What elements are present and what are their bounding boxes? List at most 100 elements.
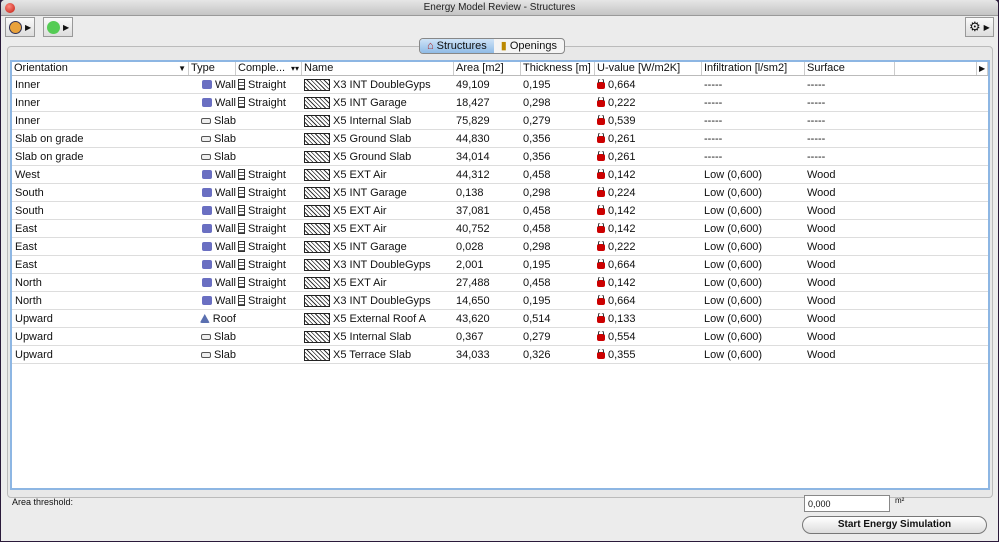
cell-text: North — [15, 294, 42, 307]
cell-thickness: 0,356 — [521, 133, 595, 145]
table-row[interactable]: Slab on grade Slab X5 Ground Slab 34,014 0,3… — [12, 148, 988, 166]
column-header-type[interactable]: Type — [189, 62, 236, 75]
table-row[interactable]: East Wall Straight X3 INT DoubleGyps 2,001 0,… — [12, 256, 988, 274]
table-row[interactable]: North Wall Straight X3 INT DoubleGyps 14,650… — [12, 292, 988, 310]
lock-icon — [597, 258, 605, 269]
cell-type: Wall — [189, 169, 236, 181]
column-header-surface[interactable]: Surface — [805, 62, 895, 75]
cell-text: 0,279 — [523, 330, 551, 343]
cell-text: 0,298 — [523, 240, 551, 253]
cell-name: X5 Terrace Slab — [302, 348, 454, 361]
cell-text: 0,554 — [608, 330, 636, 343]
tab-openings[interactable]: ▮ Openings — [494, 39, 564, 53]
cell-thickness: 0,458 — [521, 169, 595, 181]
table-row[interactable]: East Wall Straight X5 EXT Air 40,752 0,458 0,1… — [12, 220, 988, 238]
cell-text: 0,298 — [523, 186, 551, 199]
model-menu-button[interactable]: ▶ — [5, 17, 36, 37]
cell-area: 2,001 — [454, 259, 521, 271]
cell-infiltration: ----- — [702, 151, 805, 163]
cell-text: Low (0,600) — [704, 186, 763, 199]
table-row[interactable]: Inner Wall Straight X3 INT DoubleGyps 49,109… — [12, 76, 988, 94]
table-row[interactable]: Slab on grade Slab X5 Ground Slab 44,830 0,3… — [12, 130, 988, 148]
table-row[interactable]: Upward Slab X5 Terrace Slab 34,033 0,326 0,35… — [12, 346, 988, 364]
cell-type: Wall — [189, 79, 236, 91]
cell-complexity: Straight — [236, 79, 302, 91]
cell-name: X3 INT DoubleGyps — [302, 258, 454, 271]
cell-complexity: Straight — [236, 169, 302, 181]
composite-icon — [304, 348, 330, 361]
cell-u-value: 0,142 — [595, 222, 702, 235]
table-row[interactable]: Inner Wall Straight X5 INT Garage 18,427 0,29… — [12, 94, 988, 112]
wall-icon — [202, 242, 213, 251]
cell-name: X5 External Roof A — [302, 312, 454, 325]
cell-text: 0,195 — [523, 294, 551, 307]
cell-text: 0,142 — [608, 168, 636, 181]
scroll-columns-button[interactable]: ▶ — [977, 62, 988, 75]
cell-text: X5 Terrace Slab — [333, 348, 412, 361]
wall-icon — [202, 98, 213, 107]
window-icon: ▮ — [500, 40, 507, 52]
window: Energy Model Review - Structures ▶ ▶ ⚙ ▶ … — [1, 0, 998, 541]
cell-text: 0,195 — [523, 258, 551, 271]
column-header-thickness[interactable]: Thickness [m] — [521, 62, 595, 75]
cell-text: East — [15, 258, 38, 271]
refresh-menu-button[interactable]: ▶ — [43, 17, 74, 37]
column-header-u-value[interactable]: U-value [W/m2K] — [595, 62, 702, 75]
cell-orientation: Upward — [12, 331, 189, 343]
cell-name: X5 Internal Slab — [302, 114, 454, 127]
cell-type: Slab — [189, 115, 236, 127]
cell-name: X5 EXT Air — [302, 276, 454, 289]
tab-structures[interactable]: ⌂ Structures — [420, 39, 494, 53]
lock-icon — [597, 276, 605, 287]
table-row[interactable]: Inner Slab X5 Internal Slab 75,829 0,279 0,53… — [12, 112, 988, 130]
cell-text: 0,224 — [608, 186, 636, 199]
cell-surface: ----- — [805, 79, 895, 91]
cell-text: Wall — [215, 294, 236, 307]
area-threshold-input[interactable]: 0,000 — [804, 495, 890, 512]
column-header-orientation[interactable]: Orientation ▼ — [12, 62, 189, 75]
cell-text: ----- — [807, 150, 826, 163]
cell-text: Low (0,600) — [704, 204, 763, 217]
cell-orientation: West — [12, 169, 189, 181]
table-row[interactable]: West Wall Straight X5 EXT Air 44,312 0,458 0,1… — [12, 166, 988, 184]
model-icon — [9, 20, 22, 34]
straight-icon — [238, 241, 245, 252]
cell-thickness: 0,279 — [521, 115, 595, 127]
window-title: Energy Model Review - Structures — [423, 2, 576, 13]
column-header-name[interactable]: Name — [302, 62, 454, 75]
cell-text: Wood — [807, 186, 836, 199]
column-header-area[interactable]: Area [m2] — [454, 62, 521, 75]
cell-type: Slab — [189, 349, 236, 361]
table-row[interactable]: East Wall Straight X5 INT Garage 0,028 0,298 0… — [12, 238, 988, 256]
cell-text: ----- — [704, 96, 723, 109]
table-row[interactable]: South Wall Straight X5 INT Garage 0,138 0,298… — [12, 184, 988, 202]
column-header-complexity[interactable]: Comple... ▾▾ — [236, 62, 302, 75]
cell-area: 40,752 — [454, 223, 521, 235]
composite-icon — [304, 258, 330, 271]
cell-infiltration: Low (0,600) — [702, 349, 805, 361]
column-header-infiltration[interactable]: Infiltration [l/sm2] — [702, 62, 805, 75]
cell-text: Low (0,600) — [704, 222, 763, 235]
table-row[interactable]: Upward Roof X5 External Roof A 43,620 0,514 0… — [12, 310, 988, 328]
close-button[interactable] — [5, 3, 15, 13]
table-row[interactable]: Upward Slab X5 Internal Slab 0,367 0,279 0,55… — [12, 328, 988, 346]
cell-name: X5 INT Garage — [302, 186, 454, 199]
cell-name: X3 INT DoubleGyps — [302, 78, 454, 91]
area-threshold-label: Area threshold: — [12, 497, 74, 507]
composite-icon — [304, 114, 330, 127]
table-row[interactable]: North Wall Straight X5 EXT Air 27,488 0,458 0,… — [12, 274, 988, 292]
start-energy-simulation-button[interactable]: Start Energy Simulation — [802, 516, 987, 534]
cell-type: Wall — [189, 241, 236, 253]
cell-text: Slab on grade — [15, 132, 84, 145]
wall-icon — [202, 296, 213, 305]
cell-area: 34,014 — [454, 151, 521, 163]
cell-u-value: 0,142 — [595, 168, 702, 181]
cell-text: Low (0,600) — [704, 294, 763, 307]
cell-u-value: 0,554 — [595, 330, 702, 343]
cell-text: Wood — [807, 330, 836, 343]
table-row[interactable]: South Wall Straight X5 EXT Air 37,081 0,458 0,… — [12, 202, 988, 220]
settings-menu-button[interactable]: ⚙ ▶ — [965, 17, 994, 37]
cell-orientation: North — [12, 277, 189, 289]
cell-area: 14,650 — [454, 295, 521, 307]
slab-icon — [200, 153, 211, 160]
